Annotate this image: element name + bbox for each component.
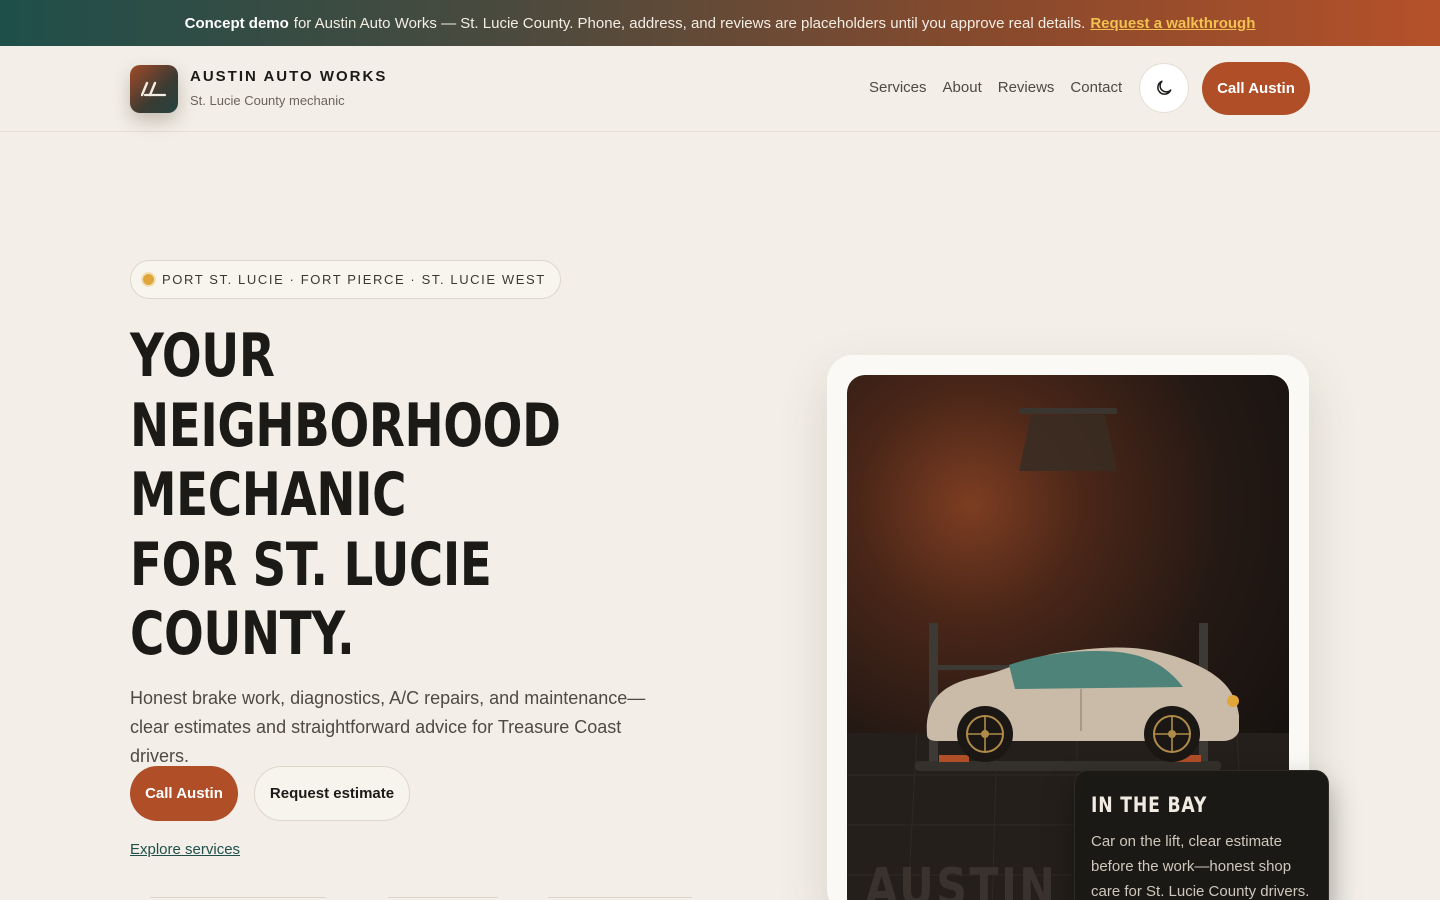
explore-services-link[interactable]: Explore services xyxy=(130,841,240,858)
nav-about[interactable]: About xyxy=(943,79,982,96)
wheel-front xyxy=(957,706,1013,762)
lift-arm xyxy=(929,665,1009,670)
moon-icon xyxy=(1157,80,1172,95)
hero-description: Honest brake work, diagnostics, A/C repa… xyxy=(130,688,646,766)
theme-toggle-button[interactable] xyxy=(1139,63,1189,113)
headline-line: FOR ST. LUCIE xyxy=(130,529,492,600)
call-button-header[interactable]: Call Austin xyxy=(1202,62,1310,115)
hero-headline: YOUR NEIGHBORHOOD MECHANIC FOR ST. LUCIE… xyxy=(130,321,598,670)
nav-services[interactable]: Services xyxy=(869,79,927,96)
headline-line: MECHANIC xyxy=(130,460,407,530)
headlight xyxy=(1227,695,1239,707)
banner-lead: Concept demo xyxy=(184,14,289,32)
request-walkthrough-link[interactable]: Request a walkthrough xyxy=(1090,15,1255,32)
request-estimate-button[interactable]: Request estimate xyxy=(254,766,410,821)
site-header: AUSTIN AUTO WORKS St. Lucie County mecha… xyxy=(0,46,1440,132)
nav-contact[interactable]: Contact xyxy=(1070,79,1122,96)
service-area-text: PORT ST. LUCIE · FORT PIERCE · ST. LUCIE… xyxy=(162,272,546,287)
demo-banner: Concept demo for Austin Auto Works — St.… xyxy=(0,0,1440,46)
location-dot-icon xyxy=(143,274,154,285)
brand-tagline: St. Lucie County mechanic xyxy=(190,93,345,108)
headline-line: NEIGHBORHOOD xyxy=(130,390,561,461)
scene-watermark: AUSTIN xyxy=(865,858,1057,900)
call-austin-button[interactable]: Call Austin xyxy=(130,766,238,821)
logo-mark-icon xyxy=(141,81,167,97)
brand-logo[interactable] xyxy=(130,65,178,113)
lift-post-left xyxy=(929,623,938,763)
nav-reviews[interactable]: Reviews xyxy=(998,79,1055,96)
service-area-pill: PORT ST. LUCIE · FORT PIERCE · ST. LUCIE… xyxy=(130,260,561,299)
main-nav: Services About Reviews Contact xyxy=(869,79,1122,96)
wheel-rear xyxy=(1144,706,1200,762)
headline-line: YOUR xyxy=(130,321,275,391)
in-the-bay-card: IN THE BAY Car on the lift, clear estima… xyxy=(1074,770,1329,900)
bay-description: Car on the lift, clear estimate before t… xyxy=(1091,833,1310,900)
bay-title: IN THE BAY xyxy=(1091,793,1208,817)
headline-line: COUNTY. xyxy=(130,599,355,669)
banner-text: for Austin Auto Works — St. Lucie County… xyxy=(293,14,1086,32)
lamp-shade xyxy=(1019,415,1117,471)
brand-name[interactable]: AUSTIN AUTO WORKS xyxy=(190,68,387,85)
lamp-rod xyxy=(1019,408,1117,414)
